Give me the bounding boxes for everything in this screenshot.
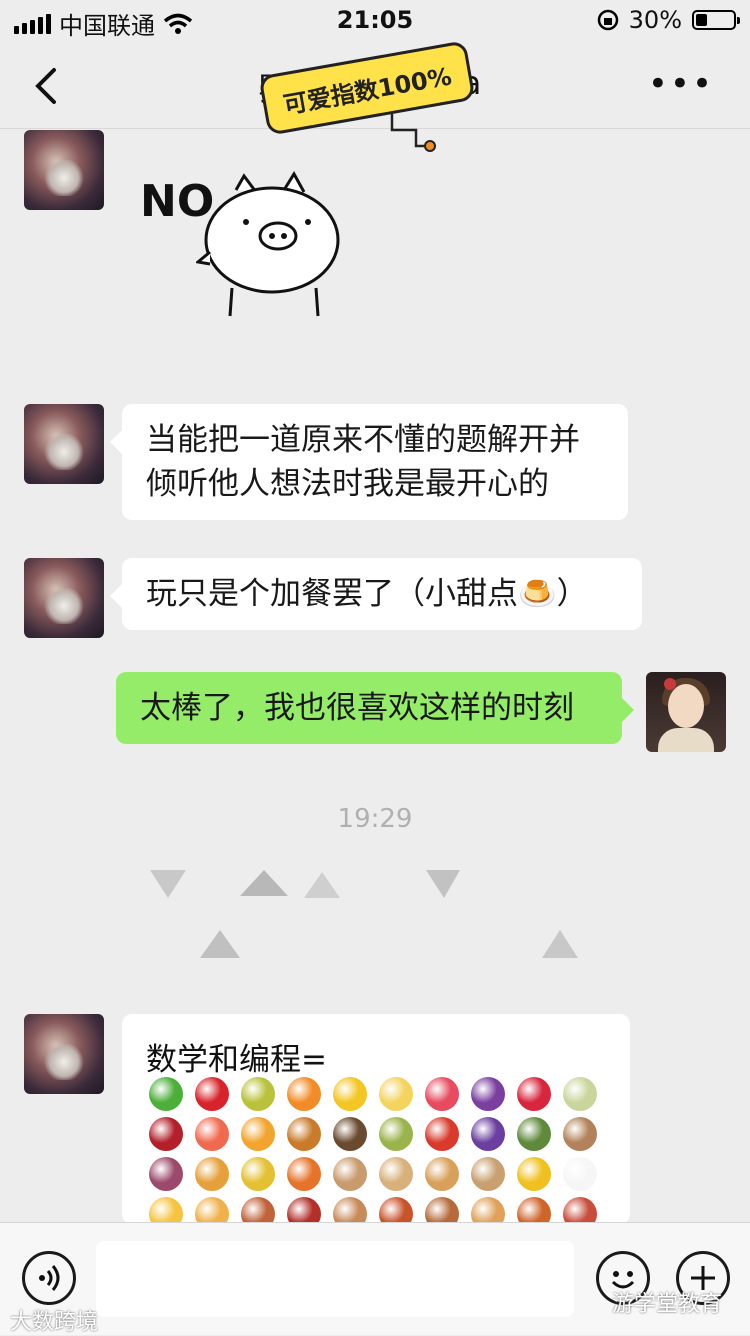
contact-avatar[interactable] <box>24 558 104 638</box>
food-emoji-icon <box>379 1157 413 1191</box>
message-text-line: 当能把一道原来不懂的题解开并 <box>146 422 580 458</box>
voice-icon <box>39 1265 60 1291</box>
watermark-left: 大数跨境 <box>10 1310 99 1335</box>
more-options-icon[interactable]: ••• <box>648 67 714 101</box>
pig-no-sticker[interactable]: NO <box>140 170 360 320</box>
food-emoji-icon <box>425 1197 459 1224</box>
contact-avatar[interactable] <box>24 130 104 210</box>
food-emoji-icon <box>287 1117 321 1151</box>
message-text: 数学和编程= <box>146 1042 327 1078</box>
food-emoji-icon <box>471 1077 505 1111</box>
message-text: 玩只是个加餐罢了（小甜点🍮） <box>146 576 588 612</box>
food-emoji-icon <box>517 1157 551 1191</box>
my-message-bubble[interactable]: 太棒了，我也很喜欢这样的时刻 <box>116 672 634 744</box>
food-emoji-icon <box>149 1117 183 1151</box>
food-emoji-icon <box>425 1117 459 1151</box>
food-emoji-icon <box>379 1077 413 1111</box>
food-emoji-icon <box>517 1117 551 1151</box>
message-text-line: 倾听他人想法时我是最开心的 <box>146 466 549 502</box>
battery-percent: 30% <box>628 6 682 34</box>
food-emoji-icon <box>241 1077 275 1111</box>
obscured-region <box>150 870 578 958</box>
food-emoji-icon <box>333 1077 367 1111</box>
food-emoji-icon <box>379 1197 413 1224</box>
message-input[interactable] <box>96 1241 574 1317</box>
food-emoji-icon <box>149 1157 183 1191</box>
food-emoji-icon <box>241 1157 275 1191</box>
food-emoji-icon <box>563 1117 597 1151</box>
sticker-string <box>390 114 436 152</box>
food-emoji-icon <box>287 1077 321 1111</box>
message-bubble[interactable]: 玩只是个加餐罢了（小甜点🍮） <box>110 558 642 630</box>
contact-avatar[interactable] <box>24 1014 104 1094</box>
food-emoji-icon <box>563 1077 597 1111</box>
food-emoji-icon <box>517 1197 551 1224</box>
timestamp: 19:29 <box>337 804 413 834</box>
food-emoji-icon <box>241 1197 275 1224</box>
battery-icon <box>692 10 740 30</box>
rotation-lock-icon <box>597 9 618 31</box>
cute-index-sticker: 可爱指数100% <box>258 40 482 158</box>
status-bar: 中国联通 21:05 30% <box>0 0 750 44</box>
voice-button[interactable] <box>22 1251 76 1305</box>
food-emoji-grid <box>146 1074 604 1224</box>
food-emoji-icon <box>471 1197 505 1224</box>
food-emoji-icon <box>471 1157 505 1191</box>
food-emoji-icon <box>333 1117 367 1151</box>
food-emoji-icon <box>195 1117 229 1151</box>
pig-icon <box>196 171 340 317</box>
food-emoji-icon <box>287 1197 321 1224</box>
food-emoji-icon <box>563 1157 597 1191</box>
food-emoji-icon <box>195 1077 229 1111</box>
food-emoji-icon <box>425 1157 459 1191</box>
food-emoji-icon <box>379 1117 413 1151</box>
watermark-right: 游学堂教育 <box>612 1292 723 1317</box>
food-emoji-icon <box>149 1077 183 1111</box>
food-emoji-icon <box>241 1117 275 1151</box>
food-emoji-icon <box>195 1157 229 1191</box>
back-arrow-icon[interactable] <box>28 64 68 108</box>
contact-avatar[interactable] <box>24 404 104 484</box>
input-toolbar <box>0 1222 750 1335</box>
message-bubble[interactable]: 当能把一道原来不懂的题解开并 倾听他人想法时我是最开心的 <box>110 404 628 520</box>
food-emoji-icon <box>195 1197 229 1224</box>
food-emoji-icon <box>517 1077 551 1111</box>
food-emoji-icon <box>333 1157 367 1191</box>
food-emoji-icon <box>149 1197 183 1224</box>
message-bubble[interactable]: 数学和编程= <box>122 1014 630 1224</box>
message-text: 太棒了，我也很喜欢这样的时刻 <box>140 690 574 726</box>
food-emoji-icon <box>563 1197 597 1224</box>
food-emoji-icon <box>287 1157 321 1191</box>
food-emoji-icon <box>425 1077 459 1111</box>
food-emoji-icon <box>471 1117 505 1151</box>
food-emoji-icon <box>333 1197 367 1224</box>
my-avatar[interactable] <box>646 672 726 752</box>
